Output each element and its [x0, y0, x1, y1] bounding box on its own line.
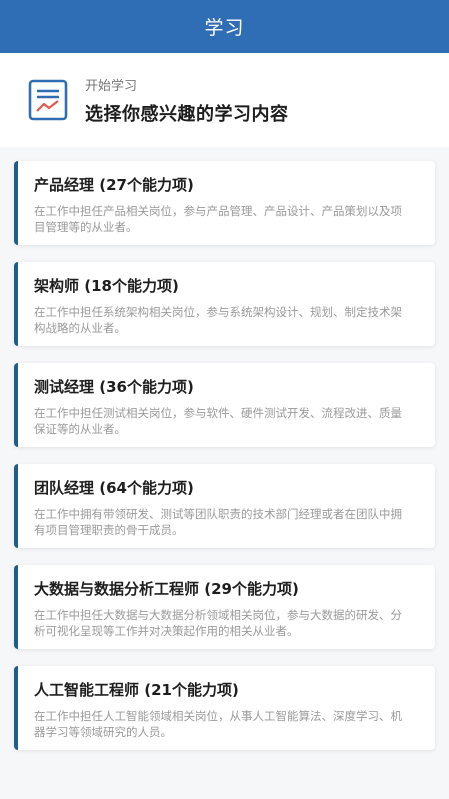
- course-title: 架构师 (18个能力项): [34, 277, 179, 295]
- course-description: 在工作中担任测试相关岗位，参与软件、硬件测试开发、流程改进、质量保证等的从业者。: [34, 406, 402, 436]
- hero-banner: 开始学习 选择你感兴趣的学习内容: [0, 53, 449, 147]
- card-accent-bar: [14, 262, 18, 346]
- course-list: 产品经理 (27个能力项) 在工作中担任产品相关岗位，参与产品管理、产品设计、产…: [0, 147, 449, 750]
- course-card-ai-engineer[interactable]: 人工智能工程师 (21个能力项) 在工作中担任人工智能领域相关岗位，从事人工智能…: [14, 666, 435, 750]
- top-bar: 学习: [0, 0, 449, 53]
- course-title: 团队经理 (64个能力项): [34, 479, 194, 497]
- course-description: 在工作中担任系统架构相关岗位，参与系统架构设计、规划、制定技术架构战略的从业者。: [34, 305, 402, 335]
- course-description: 在工作中担任大数据与大数据分析领域相关岗位，参与大数据的研发、分析可视化呈现等工…: [34, 608, 402, 638]
- page-title: 学习: [204, 17, 245, 39]
- course-card-test-manager[interactable]: 测试经理 (36个能力项) 在工作中担任测试相关岗位，参与软件、硬件测试开发、流…: [14, 363, 435, 447]
- course-card-team-manager[interactable]: 团队经理 (64个能力项) 在工作中拥有带领研发、测试等团队职责的技术部门经理或…: [14, 464, 435, 548]
- course-description: 在工作中担任人工智能领域相关岗位，从事人工智能算法、深度学习、机器学习等领域研究…: [34, 709, 402, 739]
- course-description: 在工作中拥有带领研发、测试等团队职责的技术部门经理或者在团队中拥有项目管理职责的…: [34, 507, 402, 537]
- course-title: 测试经理 (36个能力项): [34, 378, 194, 396]
- course-card-product-manager[interactable]: 产品经理 (27个能力项) 在工作中担任产品相关岗位，参与产品管理、产品设计、产…: [14, 161, 435, 245]
- card-accent-bar: [14, 161, 18, 245]
- card-accent-bar: [14, 363, 18, 447]
- hero-kicker: 开始学习: [85, 78, 138, 94]
- course-title: 大数据与数据分析工程师 (29个能力项): [34, 580, 299, 598]
- hero-title: 选择你感兴趣的学习内容: [85, 103, 289, 125]
- card-accent-bar: [14, 565, 18, 649]
- course-card-big-data-engineer[interactable]: 大数据与数据分析工程师 (29个能力项) 在工作中担任大数据与大数据分析领域相关…: [14, 565, 435, 649]
- card-accent-bar: [14, 666, 18, 750]
- course-card-architect[interactable]: 架构师 (18个能力项) 在工作中担任系统架构相关岗位，参与系统架构设计、规划、…: [14, 262, 435, 346]
- course-title: 产品经理 (27个能力项): [34, 176, 194, 194]
- course-description: 在工作中担任产品相关岗位，参与产品管理、产品设计、产品策划以及项目管理等的从业者…: [34, 204, 402, 234]
- course-title: 人工智能工程师 (21个能力项): [34, 681, 239, 699]
- card-accent-bar: [14, 464, 18, 548]
- chart-document-icon: [28, 79, 68, 121]
